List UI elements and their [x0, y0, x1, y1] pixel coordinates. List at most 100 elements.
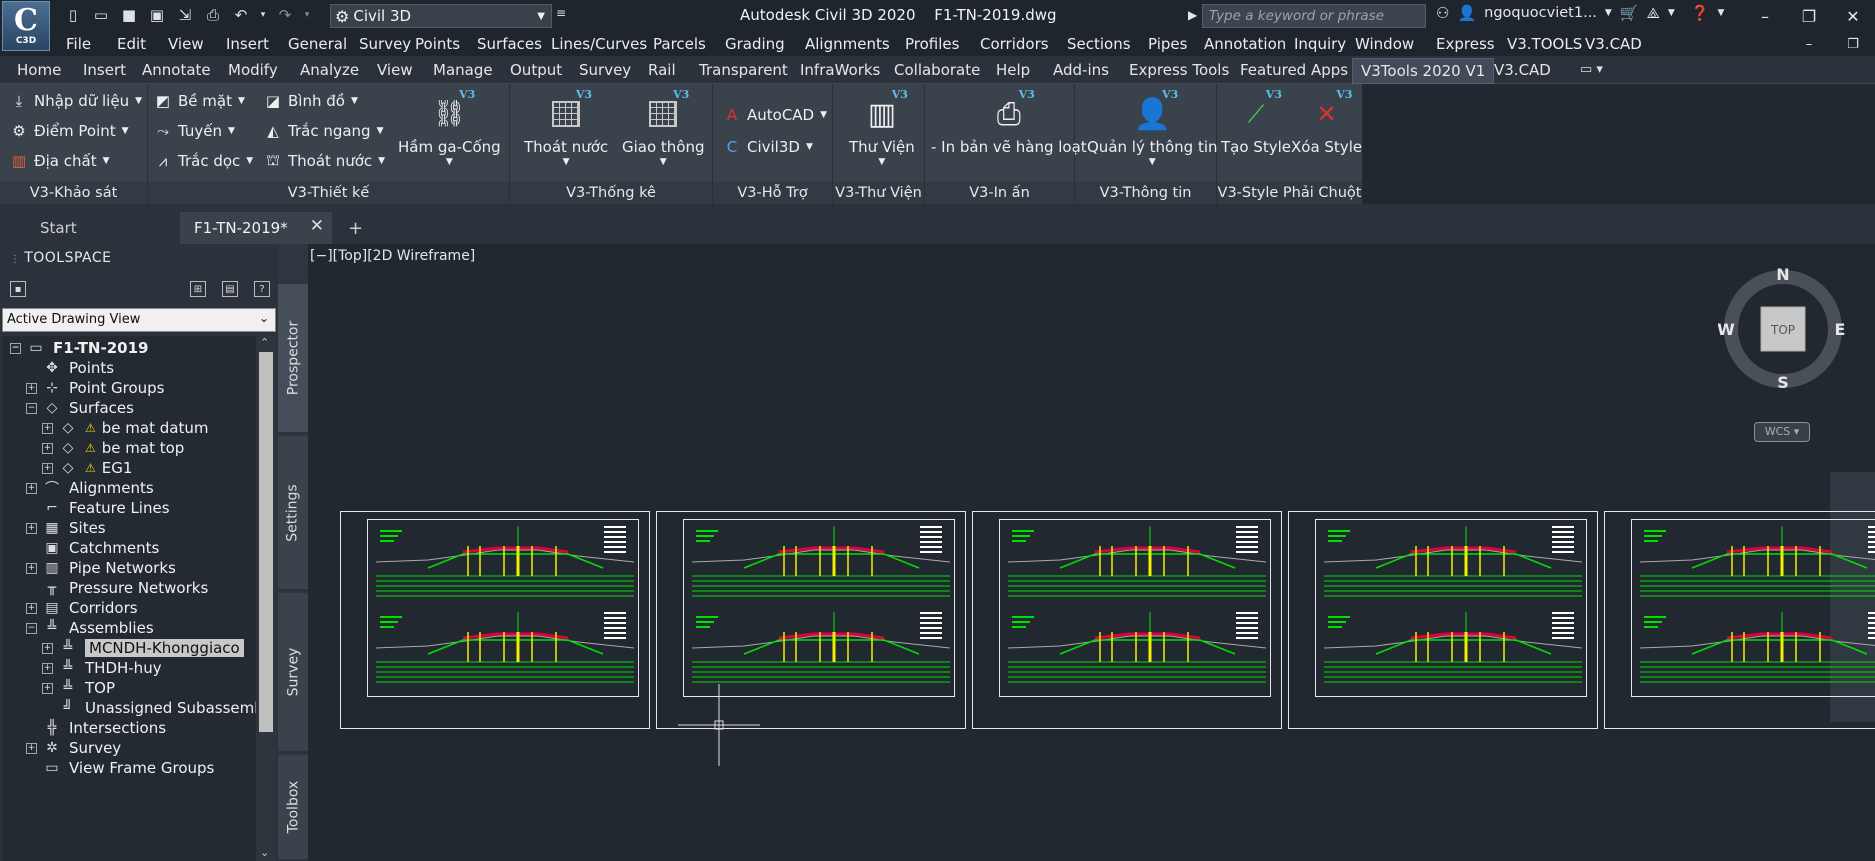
menu-parcels[interactable]: Parcels [653, 35, 706, 53]
xoa-style-button[interactable]: ✕ V3 Xóa Style [1291, 88, 1362, 156]
panel-title[interactable]: V3-Thống kê [510, 182, 712, 204]
menu-view[interactable]: View [168, 35, 204, 53]
close-icon[interactable]: ✕ [310, 216, 324, 236]
diem-point-button[interactable]: ⚙ Điểm Point ▼ [10, 122, 128, 140]
nhap-du-lieu-button[interactable]: ⤓ Nhập dữ liệu ▼ [10, 92, 142, 110]
thoat-nuoc-small-button[interactable]: ⛫ Thoát nước ▼ [264, 151, 385, 170]
tree-node[interactable]: + ✲ Survey [26, 738, 121, 758]
help-icon[interactable]: ❓ [1691, 4, 1710, 22]
new-file-icon[interactable]: ▯ [62, 4, 84, 26]
print-icon[interactable]: ⎙ [202, 4, 224, 26]
expand-toggle-icon[interactable]: + [42, 462, 53, 474]
scroll-up-icon[interactable]: ⌃ [260, 336, 269, 349]
close-icon[interactable]: ✕ [1831, 0, 1875, 32]
menu-corridors[interactable]: Corridors [980, 35, 1049, 53]
tree-node[interactable]: + ◇ ⚠ be mat datum [42, 418, 208, 438]
tab-add-ins[interactable]: Add-ins [1053, 61, 1109, 79]
tree-node[interactable]: + ◇ ⚠ be mat top [42, 438, 184, 458]
search-expand-icon[interactable]: ▶ [1188, 8, 1197, 22]
app-menu-button[interactable]: C C3D [2, 1, 50, 51]
tree-node[interactable]: ▭ View Frame Groups [26, 758, 214, 778]
expand-toggle-icon[interactable]: + [26, 562, 37, 574]
expand-toggle-icon[interactable]: + [42, 422, 53, 434]
compass-east[interactable]: E [1835, 320, 1846, 339]
workspace-select[interactable]: ⚙ Civil 3D ▼ [330, 4, 552, 28]
tab-transparent[interactable]: Transparent [699, 61, 788, 79]
wcs-menu[interactable]: WCS ▾ [1754, 422, 1810, 442]
tree-node[interactable]: ╬ Intersections [26, 718, 166, 738]
toolspace-header[interactable]: ⋮ TOOLSPACE [0, 244, 278, 274]
tab-v3tools-2020[interactable]: V3Tools 2020 V1 [1352, 58, 1495, 84]
menu-inquiry[interactable]: Inquiry [1294, 35, 1346, 53]
binoculars-icon[interactable]: ⚇ [1436, 4, 1449, 22]
drawing-sheet[interactable] [1288, 511, 1598, 729]
autocad-button[interactable]: A AutoCAD ▼ [723, 106, 827, 124]
menu-v3-cad[interactable]: V3.CAD [1585, 35, 1642, 53]
tab-survey[interactable]: Survey [278, 593, 308, 753]
item-view-icon[interactable]: ▤ [222, 281, 238, 297]
drawing-sheet[interactable] [1604, 511, 1875, 729]
menu-insert[interactable]: Insert [226, 35, 269, 53]
panel-title[interactable]: V3-Khảo sát [0, 182, 147, 204]
trac-ngang-button[interactable]: ◭ Trắc ngang ▼ [264, 122, 383, 140]
expand-toggle-icon[interactable]: + [42, 682, 53, 694]
in-ban-ve-button[interactable]: ⎙ V3 - In bản vẽ hàng loạt [931, 88, 1087, 156]
panel-title[interactable]: V3-Thiết kế [148, 182, 509, 204]
tree-node[interactable]: ▣ Catchments [26, 538, 159, 558]
tree-icon[interactable]: ⊞ [190, 281, 206, 297]
tuyen-button[interactable]: ⤳ Tuyến ▼ [154, 122, 235, 140]
tab-analyze[interactable]: Analyze [300, 61, 359, 79]
tab-output[interactable]: Output [510, 61, 562, 79]
tree-node[interactable]: + ⊹ Point Groups [26, 378, 165, 398]
tab-insert[interactable]: Insert [83, 61, 126, 79]
drawing-viewport[interactable]: [−][Top][2D Wireframe] TOP N S E W WCS ▾ [308, 244, 1875, 861]
tree-node[interactable]: ╝ Unassigned Subassemb... [42, 698, 258, 718]
tree-node[interactable]: + ▥ Pipe Networks [26, 558, 176, 578]
expand-toggle-icon[interactable]: − [10, 342, 21, 354]
help-icon[interactable]: ? [254, 281, 270, 297]
customize-qat-icon[interactable]: ≡ [556, 6, 566, 20]
expand-toggle-icon[interactable]: + [26, 382, 37, 394]
tab-prospector[interactable]: Prospector [278, 284, 308, 434]
tao-style-button[interactable]: ⟋ V3 Tạo Style [1221, 88, 1291, 156]
drawing-sheet[interactable] [340, 511, 650, 729]
expand-toggle-icon[interactable]: + [26, 602, 37, 614]
user-icon[interactable]: 👤 [1457, 4, 1476, 22]
quan-ly-thong-tin-button[interactable]: 👤 V3 Quản lý thông tin ▼ [1087, 88, 1218, 167]
doc-restore-icon[interactable]: ❐ [1831, 32, 1875, 56]
trac-doc-button[interactable]: ⩘ Trắc dọc ▼ [154, 152, 253, 170]
tab-infraworks[interactable]: InfraWorks [800, 61, 880, 79]
tree-node[interactable]: + ▤ Corridors [26, 598, 138, 618]
tab-settings[interactable]: Settings [278, 436, 308, 591]
tab-featured-apps[interactable]: Featured Apps [1240, 61, 1348, 79]
menu-profiles[interactable]: Profiles [905, 35, 959, 53]
open-folder-icon[interactable]: ▭ [90, 4, 112, 26]
tree-node[interactable]: + ◇ ⚠ EG1 [42, 458, 132, 478]
cart-icon[interactable]: 🛒 [1620, 4, 1639, 22]
menu-grading[interactable]: Grading [725, 35, 785, 53]
tree-scrollbar[interactable]: ⌃ ⌄ [256, 336, 276, 861]
tree-node[interactable]: ╥ Pressure Networks [26, 578, 208, 598]
thoat-nuoc-button[interactable]: V3 Thoát nước ▼ [524, 88, 608, 167]
menu-sections[interactable]: Sections [1067, 35, 1131, 53]
expand-toggle-icon[interactable]: − [26, 622, 37, 634]
menu-alignments[interactable]: Alignments [805, 35, 890, 53]
redo-dropdown-icon[interactable]: ▾ [302, 4, 312, 26]
menu-file[interactable]: File [66, 35, 91, 53]
tab-express-tools[interactable]: Express Tools [1129, 61, 1229, 79]
expand-toggle-icon[interactable]: + [26, 742, 37, 754]
viewcube[interactable]: TOP N S E W [1718, 264, 1848, 394]
undo-icon[interactable]: ↶ [230, 4, 252, 26]
panel-title[interactable]: V3-Hỗ Trợ [713, 182, 832, 204]
menu-general[interactable]: General [288, 35, 347, 53]
user-name[interactable]: ngoquocviet1... [1484, 5, 1597, 21]
be-mat-button[interactable]: ◩ Bề mặt ▼ [154, 92, 245, 110]
viewport-controls[interactable]: [−][Top][2D Wireframe] [310, 248, 475, 264]
menu-lines-curves[interactable]: Lines/Curves [551, 35, 647, 53]
tree-node[interactable]: + ⌒ Alignments [26, 478, 154, 498]
menu-express[interactable]: Express [1436, 35, 1495, 53]
menu-pipes[interactable]: Pipes [1148, 35, 1187, 53]
expand-toggle-icon[interactable]: + [42, 642, 53, 654]
tree-node[interactable]: + ╩ THDH-huy [42, 658, 162, 678]
tab-help[interactable]: Help [996, 61, 1030, 79]
